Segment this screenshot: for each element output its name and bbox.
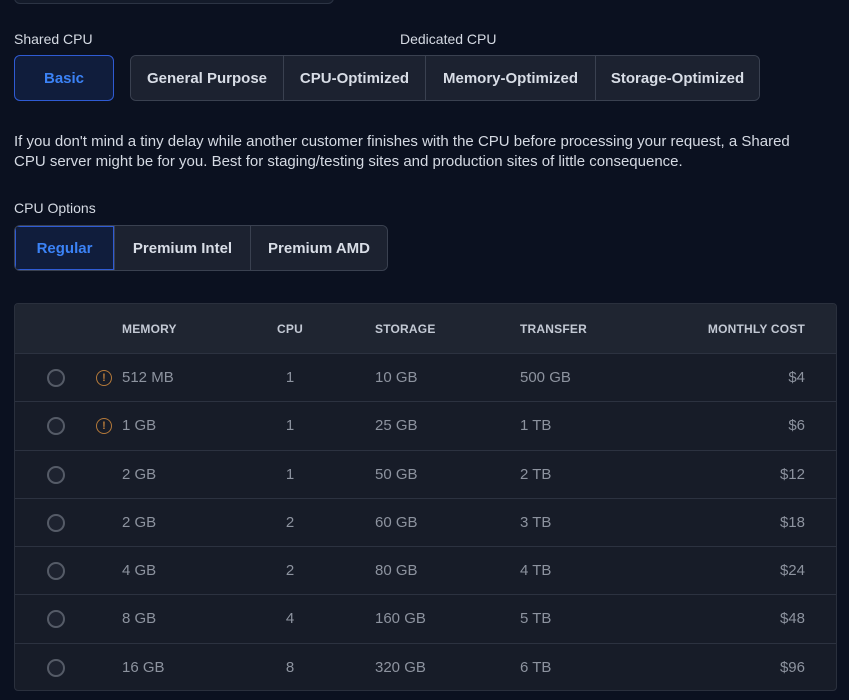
warning-circle-icon: ! <box>96 418 112 435</box>
radio-button[interactable] <box>47 369 65 387</box>
cell-storage: 80 GB <box>375 562 418 580</box>
cell-memory: 512 MB <box>122 369 174 386</box>
dedicated-cpu-label: Dedicated CPU <box>400 31 497 47</box>
top-input-field[interactable] <box>14 0 334 4</box>
radio-button[interactable] <box>47 610 65 629</box>
warning-circle-icon: ! <box>96 370 112 386</box>
cell-monthly-cost: $6 <box>788 417 805 435</box>
cell-cpu: 8 <box>285 658 295 676</box>
table-row[interactable]: ! 1 GB 1 25 GB 1 TB $6 <box>15 402 836 451</box>
cell-memory: 4 GB <box>122 562 157 580</box>
cell-transfer: 3 TB <box>520 513 552 531</box>
radio-button[interactable] <box>47 513 65 532</box>
cell-monthly-cost: $18 <box>779 513 805 531</box>
memory-optimized-button[interactable]: Memory-Optimized <box>426 56 596 100</box>
shared-cpu-label: Shared CPU <box>14 31 93 47</box>
cell-storage: 25 GB <box>375 417 418 435</box>
cell-monthly-cost: $96 <box>779 658 805 676</box>
premium-intel-button[interactable]: Premium Intel <box>115 226 251 270</box>
table-header: MEMORY CPU STORAGE TRANSFER MONTHLY COST <box>15 304 836 354</box>
cell-transfer: 5 TB <box>520 610 552 628</box>
cell-cpu: 2 <box>285 513 295 531</box>
radio-button[interactable] <box>47 417 65 436</box>
cell-monthly-cost: $24 <box>779 562 805 580</box>
cell-storage: 320 GB <box>375 658 426 676</box>
cell-transfer: 1 TB <box>520 417 552 435</box>
cell-monthly-cost: $4 <box>788 369 805 386</box>
cell-transfer: 4 TB <box>520 562 552 580</box>
plan-description: If you don't mind a tiny delay while ano… <box>14 133 790 170</box>
storage-optimized-button[interactable]: Storage-Optimized <box>596 56 759 100</box>
cell-transfer: 2 TB <box>520 465 552 483</box>
cell-memory: 8 GB <box>122 610 157 628</box>
cell-transfer: 500 GB <box>520 369 571 386</box>
cell-storage: 160 GB <box>375 610 426 628</box>
table-row[interactable]: 2 GB 2 60 GB 3 TB $18 <box>15 499 836 548</box>
cell-cpu: 1 <box>285 465 295 483</box>
cell-monthly-cost: $12 <box>779 465 805 483</box>
cell-cpu: 1 <box>285 369 295 386</box>
table-row[interactable]: ! 512 MB 1 10 GB 500 GB $4 <box>15 354 836 403</box>
dedicated-cpu-group: General Purpose CPU-Optimized Memory-Opt… <box>130 55 760 101</box>
cpu-options-label: CPU Options <box>14 200 96 216</box>
basic-button[interactable]: Basic <box>14 55 114 101</box>
cell-cpu: 4 <box>285 610 295 628</box>
header-storage: STORAGE <box>375 322 436 336</box>
table-row[interactable]: 2 GB 1 50 GB 2 TB $12 <box>15 451 836 499</box>
header-cpu: CPU <box>277 322 303 336</box>
regular-button[interactable]: Regular <box>15 226 115 270</box>
table-row[interactable]: 16 GB 8 320 GB 6 TB $96 <box>15 644 836 690</box>
radio-button[interactable] <box>47 658 65 677</box>
cpu-optimized-button[interactable]: CPU-Optimized <box>284 56 426 100</box>
premium-amd-button[interactable]: Premium AMD <box>251 226 387 270</box>
table-row[interactable]: 8 GB 4 160 GB 5 TB $48 <box>15 595 836 644</box>
header-monthly-cost: MONTHLY COST <box>707 322 805 336</box>
cell-storage: 60 GB <box>375 513 418 531</box>
header-memory: MEMORY <box>122 322 177 336</box>
cell-memory: 16 GB <box>122 658 165 676</box>
table-row[interactable]: 4 GB 2 80 GB 4 TB $24 <box>15 547 836 596</box>
cell-memory: 2 GB <box>122 513 157 531</box>
cell-transfer: 6 TB <box>520 658 552 676</box>
cell-monthly-cost: $48 <box>779 610 805 628</box>
radio-button[interactable] <box>47 465 65 484</box>
cell-memory: 1 GB <box>122 417 157 435</box>
cpu-options-group: Regular Premium Intel Premium AMD <box>14 225 388 271</box>
cell-storage: 10 GB <box>375 369 418 386</box>
cell-cpu: 2 <box>285 562 295 580</box>
general-purpose-button[interactable]: General Purpose <box>131 56 284 100</box>
cell-storage: 50 GB <box>375 465 418 483</box>
cell-memory: 2 GB <box>122 465 157 483</box>
droplet-size-picker: Shared CPU Dedicated CPU Basic General P… <box>0 0 849 700</box>
cell-cpu: 1 <box>285 417 295 435</box>
radio-button[interactable] <box>47 562 65 581</box>
size-table: MEMORY CPU STORAGE TRANSFER MONTHLY COST… <box>14 303 837 691</box>
header-transfer: TRANSFER <box>520 322 587 336</box>
